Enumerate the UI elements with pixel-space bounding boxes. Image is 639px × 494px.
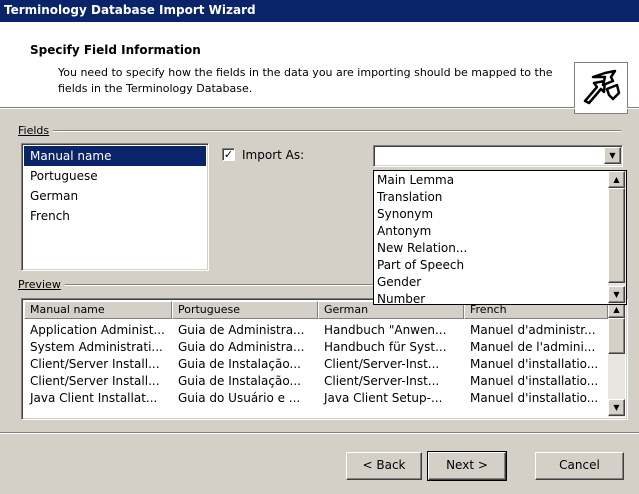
next-button[interactable]: Next > [427, 451, 507, 481]
cancel-button[interactable]: Cancel [535, 452, 624, 480]
table-cell: Guia do Usuário e ... [178, 391, 301, 405]
table-row: System Administrati... Guia do Administra… [24, 339, 608, 356]
table-cell: Manuel d'installatio... [470, 391, 599, 405]
dropdown-option[interactable]: Part of Speech [374, 257, 608, 274]
fields-list-item[interactable]: French [24, 206, 206, 226]
header-divider [0, 108, 639, 109]
fields-label-text: Fields [18, 124, 50, 137]
fields-list-items: Manual name Portuguese German French [24, 146, 206, 226]
preview-label-text: Preview [18, 278, 61, 291]
column-header[interactable]: Portuguese [172, 301, 318, 319]
import-as-label: Import As: [242, 148, 304, 162]
import-as-checkbox[interactable]: ✓ [222, 148, 235, 161]
table-row: Java Client Installat... Guia do Usuário … [24, 390, 608, 407]
table-cell: Handbuch für Syst... [324, 340, 447, 354]
table-cell: Guia do Administra... [178, 340, 305, 354]
dropdown-option[interactable]: Gender [374, 274, 608, 291]
table-cell: Client/Server Install... [30, 374, 160, 388]
scroll-down-icon[interactable]: ▼ [608, 399, 625, 416]
table-cell: Client/Server-Inst... [324, 374, 440, 388]
table-cell: Client/Server-Inst... [324, 357, 440, 371]
fields-list-item[interactable]: Manual name [24, 146, 206, 166]
scrollbar-thumb[interactable] [608, 318, 625, 354]
fields-divider [18, 130, 621, 132]
dropdown-options: Main Lemma Translation Synonym Antonym New R… [374, 172, 608, 308]
table-row: Client/Server Install... Guia de Instalaç… [24, 373, 608, 390]
preview-label: Preview [18, 278, 65, 291]
import-as-combobox[interactable]: ▼ [373, 145, 623, 167]
dropdown-option[interactable]: Translation [374, 189, 608, 206]
dropdown-option[interactable]: New Relation... [374, 240, 608, 257]
fields-label: Fields [18, 124, 54, 137]
page-description: You need to specify how the fields in th… [58, 66, 553, 95]
wizard-header: Specify Field Information You need to sp… [0, 22, 639, 114]
table-cell: Client/Server Install... [30, 357, 160, 371]
table-cell: Application Administ... [30, 323, 165, 337]
import-as-label-text: Import As: [242, 148, 305, 162]
table-cell: Manuel d'installatio... [470, 374, 599, 388]
fields-list-item[interactable]: Portuguese [24, 166, 206, 186]
table-row: Application Administ... Guia de Administr… [24, 322, 608, 339]
table-cell: Java Client Installat... [30, 391, 158, 405]
fields-list-item[interactable]: German [24, 186, 206, 206]
page-title: Specify Field Information [30, 43, 201, 57]
table-row: Client/Server Install... Guia de Instalaç… [24, 356, 608, 373]
check-icon: ✓ [223, 148, 234, 161]
scrollbar-thumb[interactable] [608, 188, 625, 283]
table-cell: Java Client Setup-... [324, 391, 443, 405]
wizard-arrows-icon [574, 62, 628, 114]
chevron-down-icon[interactable]: ▼ [604, 147, 621, 164]
table-cell: Guia de Instalação... [178, 357, 301, 371]
table-cell: System Administrati... [30, 340, 163, 354]
scroll-down-icon[interactable]: ▼ [608, 286, 625, 303]
table-cell: Manuel d'administr... [470, 323, 596, 337]
preview-table[interactable]: Manual name Portuguese German French Applic… [21, 298, 628, 420]
table-cell: Guia de Administra... [178, 323, 305, 337]
column-header[interactable]: Manual name [24, 301, 172, 319]
table-cell: Manuel d'installatio... [470, 357, 599, 371]
table-cell: Manuel de l'admini... [470, 340, 596, 354]
dropdown-option[interactable]: Synonym [374, 206, 608, 223]
dropdown-option[interactable]: Number [374, 291, 608, 308]
import-as-dropdown[interactable]: Main Lemma Translation Synonym Antonym New R… [373, 170, 627, 308]
dropdown-option[interactable]: Antonym [374, 223, 608, 240]
dropdown-scrollbar[interactable]: ▲ ▼ [608, 171, 626, 304]
dropdown-option[interactable]: Main Lemma [374, 172, 608, 189]
table-cell: Handbuch "Anwen... [324, 323, 447, 337]
back-button[interactable]: < Back [346, 452, 422, 480]
fields-list[interactable]: Manual name Portuguese German French [21, 143, 209, 271]
table-cell: Guia de Instalação... [178, 374, 301, 388]
scroll-up-icon[interactable]: ▲ [608, 171, 625, 188]
preview-scrollbar[interactable]: ▲ ▼ [608, 301, 625, 417]
window-title: Terminology Database Import Wizard [0, 0, 639, 22]
footer-divider [0, 432, 639, 434]
